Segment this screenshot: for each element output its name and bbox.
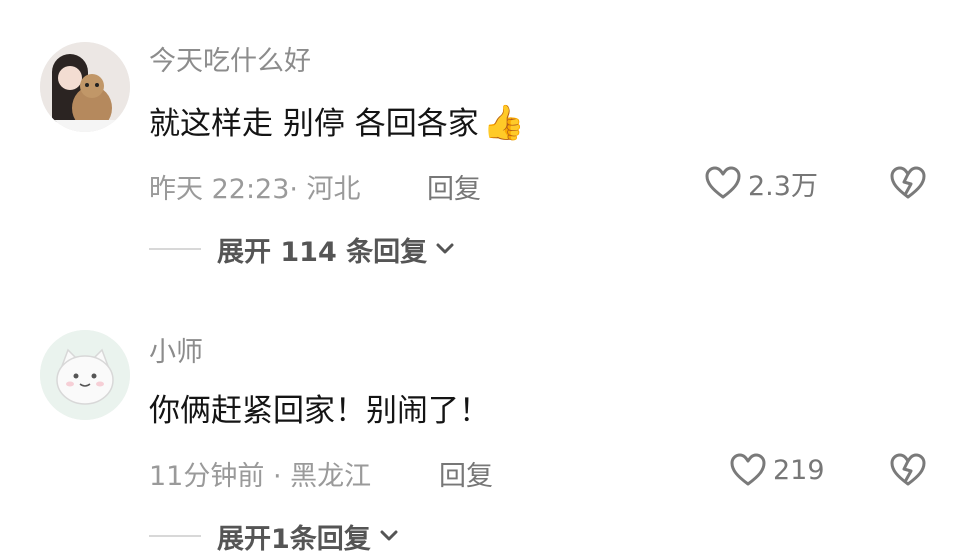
comment-item: 今天吃什么好 就这样走 别停 各回各家 👍 昨天 22:23· 河北 回复 2.3… bbox=[0, 0, 970, 280]
username[interactable]: 今天吃什么好 bbox=[149, 48, 311, 75]
timestamp-location: 11分钟前 · 黑龙江 bbox=[149, 461, 372, 492]
comment-text: 就这样走 别停 各回各家 👍 bbox=[149, 106, 525, 140]
avatar-image bbox=[40, 42, 130, 132]
dislike-button[interactable] bbox=[889, 452, 927, 488]
like-count: 219 bbox=[773, 454, 825, 486]
divider-line bbox=[149, 248, 201, 250]
comment-meta: 11分钟前 · 黑龙江 回复 219 bbox=[149, 452, 970, 492]
reply-button[interactable]: 回复 bbox=[439, 454, 493, 493]
avatar[interactable] bbox=[40, 42, 130, 132]
timestamp-location: 昨天 22:23· 河北 bbox=[149, 174, 361, 205]
like-button[interactable]: 2.3万 bbox=[704, 165, 818, 202]
comment-meta: 昨天 22:23· 河北 回复 2.3万 bbox=[149, 165, 970, 205]
thumbs-up-icon: 👍 bbox=[482, 103, 526, 143]
comment-text: 你俩赶紧回家！别闹了！ bbox=[149, 393, 490, 429]
chevron-down-icon bbox=[380, 530, 398, 541]
heart-outline-icon bbox=[705, 166, 741, 199]
avatar-image bbox=[40, 330, 130, 420]
broken-heart-icon bbox=[890, 166, 926, 199]
dislike-button[interactable] bbox=[889, 165, 927, 201]
expand-replies-label: 展开1条回复 bbox=[217, 523, 371, 555]
comment-text-content: 就这样走 别停 各回各家 bbox=[149, 106, 479, 142]
expand-replies-button[interactable]: 展开 114 条回复 bbox=[149, 231, 455, 268]
comment-item: 小师 你俩赶紧回家！别闹了！ 11分钟前 · 黑龙江 回复 219 展开1条回复 bbox=[0, 300, 970, 555]
broken-heart-icon bbox=[890, 453, 926, 486]
expand-replies-button[interactable]: 展开1条回复 bbox=[149, 518, 399, 555]
divider-line bbox=[149, 535, 201, 537]
like-button[interactable]: 219 bbox=[729, 452, 825, 488]
reply-button[interactable]: 回复 bbox=[427, 167, 481, 206]
username[interactable]: 小师 bbox=[149, 339, 203, 366]
avatar[interactable] bbox=[40, 330, 130, 420]
heart-outline-icon bbox=[730, 453, 766, 486]
chevron-down-icon bbox=[436, 243, 454, 254]
like-count: 2.3万 bbox=[748, 170, 818, 202]
expand-replies-label: 展开 114 条回复 bbox=[217, 236, 428, 268]
